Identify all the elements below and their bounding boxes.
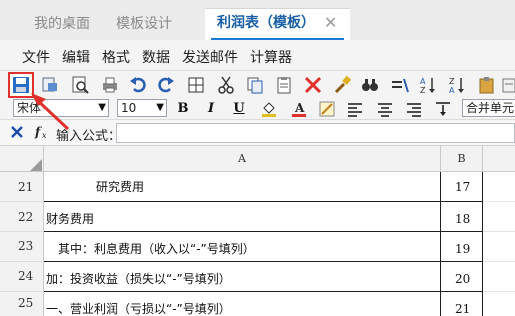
printer-icon[interactable]	[100, 75, 120, 95]
chevron-down-icon: ▼	[156, 102, 164, 113]
menu-file[interactable]: 文件	[22, 47, 50, 67]
svg-text:A: A	[449, 86, 455, 95]
font-color-icon[interactable]: A	[290, 100, 308, 118]
select-all-corner[interactable]	[0, 146, 44, 172]
svg-text:A: A	[420, 77, 426, 86]
align-left-icon[interactable]	[346, 100, 364, 118]
svg-text:f: f	[34, 125, 42, 139]
redo-icon[interactable]	[156, 75, 176, 95]
svg-text:Z: Z	[449, 77, 455, 86]
row-header[interactable]: 22	[0, 202, 44, 232]
table-cell-a[interactable]: 研究费用	[44, 172, 441, 202]
row-header[interactable]: 24	[0, 262, 44, 292]
undo-icon[interactable]	[128, 75, 148, 95]
svg-text:Z: Z	[420, 86, 426, 95]
copy-icon[interactable]	[245, 75, 265, 95]
table-cell-a[interactable]: 加：投资收益（损失以“-”号填列）	[44, 262, 441, 292]
row-header[interactable]: 25	[0, 292, 44, 316]
function-icon[interactable]: f x	[34, 124, 52, 140]
menu-bar: 文件 编辑 格式 数据 发送邮件 计算器	[0, 40, 515, 71]
bold-button[interactable]: B	[174, 100, 192, 118]
table-cell-b[interactable]: 18	[441, 202, 483, 232]
sort-descending-icon[interactable]: ZA	[447, 75, 467, 95]
svg-text:A: A	[294, 101, 305, 115]
font-size-value: 10	[121, 101, 137, 115]
cut-icon[interactable]	[216, 75, 236, 95]
table-cell-c[interactable]	[483, 232, 515, 262]
format-brush-icon[interactable]	[333, 75, 353, 95]
cancel-formula-icon[interactable]	[10, 125, 24, 139]
menu-calculator[interactable]: 计算器	[250, 47, 292, 67]
cell-border-icon[interactable]	[186, 75, 206, 95]
column-header-a[interactable]: A	[44, 146, 441, 172]
table-cell-a[interactable]: 财务费用	[44, 202, 441, 232]
align-center-icon[interactable]	[376, 100, 394, 118]
toolbar-main: AZ ZA	[0, 71, 515, 98]
row-header[interactable]: 21	[0, 172, 44, 202]
more-icon[interactable]	[500, 75, 515, 95]
paste-icon[interactable]	[274, 75, 294, 95]
menu-data[interactable]: 数据	[142, 47, 170, 67]
replace-icon[interactable]	[390, 75, 410, 95]
tab-template-design[interactable]: 模板设计	[116, 10, 172, 40]
font-family-value: 宋体	[17, 101, 42, 115]
corner-triangle-icon	[30, 159, 42, 171]
cell-style-icon[interactable]	[318, 100, 336, 118]
menu-edit[interactable]: 编辑	[62, 47, 90, 67]
table-cell-a[interactable]: 一、营业利润（亏损以“-”号填列）	[44, 292, 441, 316]
svg-text:x: x	[42, 131, 47, 140]
chevron-down-icon: ▼	[98, 102, 106, 113]
table-cell-b[interactable]: 17	[441, 172, 483, 202]
tab-bar: 我的桌面 模板设计 利润表（模板） ✕	[0, 0, 515, 41]
underline-button[interactable]: U	[230, 100, 248, 118]
table-cell-c[interactable]	[483, 292, 515, 316]
font-family-select[interactable]: 宋体 ▼	[13, 99, 109, 117]
table-cell-a[interactable]: 其中：利息费用（收入以“-”号填列）	[44, 232, 441, 262]
close-icon[interactable]: ✕	[324, 9, 337, 37]
tab-income-statement-template[interactable]: 利润表（模板） ✕	[205, 8, 350, 41]
font-size-select[interactable]: 10 ▼	[117, 99, 167, 117]
fill-color-icon[interactable]	[260, 100, 278, 118]
print-preview-icon[interactable]	[40, 75, 60, 95]
toolbar-font: 宋体 ▼ 10 ▼ B I U A 合并单元	[0, 98, 515, 120]
sort-ascending-icon[interactable]: AZ	[418, 75, 438, 95]
formula-bar: f x 输入公式：	[0, 120, 515, 146]
merge-cells-button[interactable]: 合并单元	[462, 99, 515, 117]
menu-format[interactable]: 格式	[102, 47, 130, 67]
column-header-b[interactable]: B	[441, 146, 483, 172]
tab-my-desktop[interactable]: 我的桌面	[34, 10, 90, 40]
spreadsheet-grid: A B 21 研究费用 17 22 财务费用 18 23 其中：利息费用（收入以…	[0, 146, 515, 316]
clipboard-icon[interactable]	[477, 75, 497, 95]
page-preview-icon[interactable]	[70, 75, 90, 95]
table-cell-b[interactable]: 21	[441, 292, 483, 316]
delete-icon[interactable]	[303, 75, 323, 95]
align-right-icon[interactable]	[405, 100, 423, 118]
table-cell-c[interactable]	[483, 202, 515, 232]
table-cell-c[interactable]	[483, 172, 515, 202]
menu-send-mail[interactable]: 发送邮件	[182, 47, 238, 67]
table-cell-b[interactable]: 20	[441, 262, 483, 292]
italic-button[interactable]: I	[202, 100, 220, 118]
table-cell-b[interactable]: 19	[441, 232, 483, 262]
tab-label: 利润表（模板）	[217, 15, 315, 31]
formula-input[interactable]	[116, 123, 515, 143]
vertical-align-icon[interactable]	[434, 100, 452, 118]
find-icon[interactable]	[360, 75, 380, 95]
table-cell-c[interactable]	[483, 262, 515, 292]
row-header[interactable]: 23	[0, 232, 44, 262]
column-header-c[interactable]	[483, 146, 515, 172]
merge-cells-label: 合并单元	[466, 101, 515, 115]
formula-label: 输入公式：	[56, 129, 122, 144]
save-icon[interactable]	[11, 75, 31, 95]
